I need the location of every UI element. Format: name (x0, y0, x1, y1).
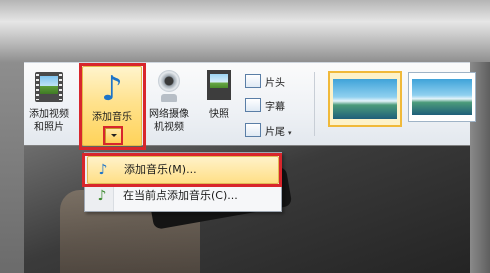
theme-preview-image (333, 79, 397, 119)
menu-item-label: 在当前点添加音乐(C)... (123, 189, 238, 202)
title-label: 片头 (265, 78, 285, 89)
chevron-down-icon (111, 134, 117, 137)
menu-item-add-music-at-current-point[interactable]: ♪ 在当前点添加音乐(C)... (87, 183, 277, 209)
music-note-icon: ♪ (98, 162, 108, 178)
music-add-icon: ♪ (97, 188, 107, 204)
theme-thumbnail-selected[interactable] (328, 71, 402, 127)
credits-button[interactable]: 片尾 ▾ (245, 123, 292, 139)
theme-preview-image (412, 79, 472, 115)
webcam-icon (155, 70, 183, 104)
caption-button[interactable]: 字幕 (245, 98, 285, 114)
snapshot-label: 快照 (209, 109, 229, 120)
caption-label: 字幕 (265, 102, 285, 113)
title-icon (245, 74, 261, 88)
add-music-label: 添加音乐 (92, 112, 132, 123)
add-music-dropdown-menu: ♪ 添加音乐(M)... ♪ 在当前点添加音乐(C)... (84, 152, 282, 212)
film-photo-icon (33, 70, 65, 104)
title-button[interactable]: 片头 (245, 74, 285, 90)
add-music-dropdown-arrow[interactable] (105, 128, 123, 144)
webcam-video-button[interactable]: 网络摄像 机视频 (142, 70, 196, 134)
webcam-label-line2: 机视频 (154, 122, 184, 133)
add-video-and-photos-button[interactable]: 添加视频 和照片 (26, 70, 72, 134)
window-frame-top (0, 0, 490, 62)
add-video-label-line2: 和照片 (34, 122, 64, 133)
menu-item-add-music[interactable]: ♪ 添加音乐(M)... (87, 156, 279, 184)
menu-item-label: 添加音乐(M)... (124, 163, 197, 176)
add-video-label-line1: 添加视频 (29, 109, 69, 120)
snapshot-button[interactable]: 快照 (202, 70, 236, 121)
caption-icon (245, 98, 261, 112)
chevron-down-icon: ▾ (288, 129, 292, 137)
theme-thumbnail[interactable] (408, 72, 476, 122)
ribbon-separator (314, 72, 315, 136)
music-note-icon: ♪ (101, 69, 123, 109)
credits-label: 片尾 (265, 127, 285, 138)
credits-icon (245, 123, 261, 137)
webcam-label-line1: 网络摄像 (149, 109, 189, 120)
snapshot-icon (205, 70, 233, 104)
